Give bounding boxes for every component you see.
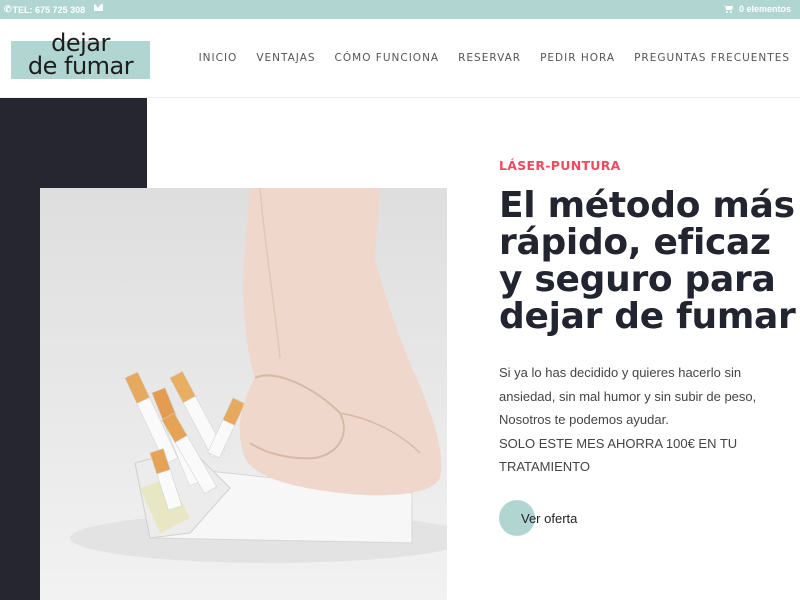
nav-inicio[interactable]: INICIO bbox=[199, 52, 238, 64]
headline-line: El método más bbox=[499, 185, 795, 226]
headline-line: rápido, eficaz bbox=[499, 222, 771, 263]
hero-eyebrow: LÁSER-PUNTURA bbox=[499, 158, 621, 173]
phone-number: TEL: 675 725 308 bbox=[12, 4, 86, 15]
main-nav: INICIO VENTAJAS CÓMO FUNCIONA RESERVAR P… bbox=[180, 52, 790, 64]
logo-text: dejar de fumar bbox=[11, 31, 150, 80]
site-logo[interactable]: dejar de fumar bbox=[11, 31, 150, 79]
top-bar: ✆ TEL: 675 725 308 0 elementos bbox=[0, 0, 800, 19]
nav-preguntas-frecuentes[interactable]: PREGUNTAS FRECUENTES bbox=[634, 52, 790, 64]
description-line: Nosotros te podemos ayudar. bbox=[499, 412, 669, 427]
site-header: dejar de fumar INICIO VENTAJAS CÓMO FUNC… bbox=[0, 19, 800, 98]
hero-illustration bbox=[70, 188, 447, 563]
description-line: SOLO ESTE MES AHORRA 100€ EN TU bbox=[499, 435, 738, 451]
mail-icon[interactable] bbox=[94, 4, 103, 11]
nav-reservar[interactable]: RESERVAR bbox=[458, 52, 521, 64]
hero-description: Si ya lo has decidido y quieres hacerlo … bbox=[499, 361, 799, 479]
headline-line: y seguro para bbox=[499, 259, 776, 300]
phone-icon: ✆ bbox=[4, 4, 12, 14]
nav-como-funciona[interactable]: CÓMO FUNCIONA bbox=[335, 52, 440, 64]
hero-headline: El método más rápido, eficaz y seguro pa… bbox=[499, 187, 799, 335]
ver-oferta-button[interactable]: Ver oferta bbox=[499, 500, 577, 536]
cart-icon bbox=[722, 5, 733, 13]
cta-label: Ver oferta bbox=[521, 510, 578, 526]
hero-image-fist-crushing-cigarettes bbox=[40, 188, 447, 600]
description-line: Si ya lo has decidido y quieres hacerlo … bbox=[499, 365, 742, 380]
headline-line: dejar de fumar bbox=[499, 296, 796, 337]
cart-link[interactable]: 0 elementos bbox=[722, 4, 791, 14]
description-line: TRATAMIENTO bbox=[499, 459, 590, 474]
nav-pedir-hora[interactable]: PEDIR HORA bbox=[540, 52, 615, 64]
cart-count: 0 elementos bbox=[738, 4, 791, 14]
nav-ventajas[interactable]: VENTAJAS bbox=[256, 52, 315, 64]
phone-link[interactable]: ✆ TEL: 675 725 308 bbox=[4, 4, 85, 15]
description-line: ansiedad, sin mal humor y sin subir de p… bbox=[499, 388, 757, 404]
logo-line-2: de fumar bbox=[27, 52, 134, 80]
